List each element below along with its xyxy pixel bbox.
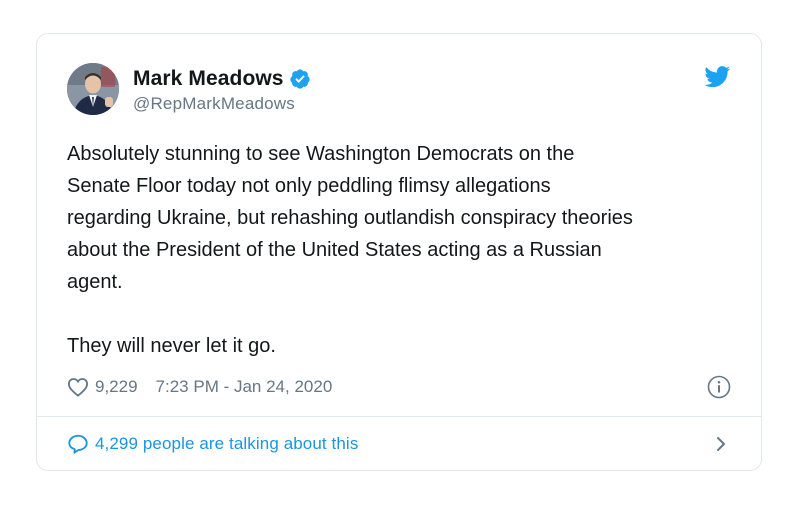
name-row: Mark Meadows <box>133 66 311 91</box>
twitter-bird-icon[interactable] <box>704 66 731 88</box>
chevron-right-icon[interactable] <box>715 435 727 453</box>
talking-count-text[interactable]: 4,299 people are talking about this <box>95 434 358 454</box>
profile-photo <box>67 63 119 115</box>
speech-bubble-icon <box>67 433 89 455</box>
conversation-link[interactable]: 4,299 people are talking about this <box>67 430 731 458</box>
heart-icon[interactable] <box>67 377 89 397</box>
tweet-meta: 9,229 7:23 PM - Jan 24, 2020 <box>67 375 332 399</box>
author-info[interactable]: Mark Meadows @RepMarkMeadows <box>133 66 311 114</box>
verified-badge-icon <box>289 68 311 90</box>
info-icon[interactable] <box>707 375 731 399</box>
avatar[interactable] <box>67 63 119 115</box>
tweet-text: Absolutely stunning to see Washington De… <box>67 143 633 357</box>
handle[interactable]: @RepMarkMeadows <box>133 94 311 114</box>
like-count[interactable]: 9,229 <box>95 377 138 397</box>
tweet-timestamp[interactable]: 7:23 PM - Jan 24, 2020 <box>156 377 333 397</box>
tweet-card[interactable]: Mark Meadows @RepMarkMeadows Absolutely … <box>36 33 762 471</box>
display-name[interactable]: Mark Meadows <box>133 67 284 91</box>
divider <box>37 416 761 417</box>
